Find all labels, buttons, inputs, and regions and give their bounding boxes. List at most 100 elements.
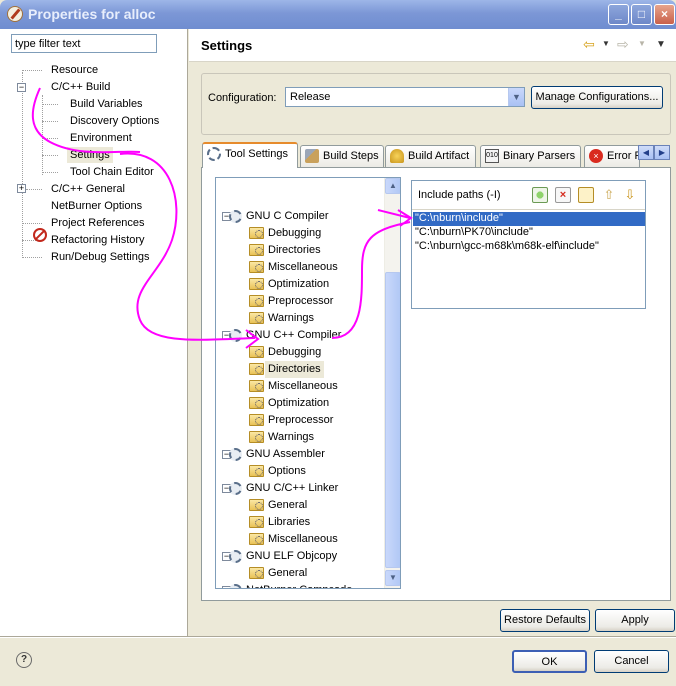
help-icon[interactable]: ?	[16, 652, 32, 668]
maximize-button[interactable]: □	[631, 4, 652, 25]
option-folder-icon	[249, 312, 264, 324]
tab-build-steps[interactable]: Build Steps	[300, 145, 384, 167]
tree-item-environment[interactable]: Environment	[70, 130, 132, 146]
close-button[interactable]: ×	[654, 4, 675, 25]
tool-group[interactable]: GNU C Compiler	[246, 208, 329, 225]
option-folder-icon	[249, 533, 264, 545]
move-down-icon[interactable]: ⇩	[622, 187, 638, 203]
scroll-down-icon[interactable]: ▼	[385, 570, 400, 586]
tree-item-resource[interactable]: Resource	[51, 62, 98, 78]
tool-option-item[interactable]: Preprocessor	[268, 412, 333, 429]
tree-item-cpp-general[interactable]: C/C++ General	[51, 181, 125, 197]
back-arrow-icon[interactable]: ⇦	[583, 37, 595, 51]
configuration-value: Release	[290, 91, 331, 103]
tree-item-build-variables[interactable]: Build Variables	[70, 96, 143, 112]
tool-option-item[interactable]: Options	[268, 463, 306, 480]
move-up-icon[interactable]: ⇧	[601, 187, 617, 203]
configuration-label: Configuration:	[208, 92, 277, 104]
option-folder-icon	[249, 346, 264, 358]
tool-gear-icon	[229, 329, 242, 342]
tool-group[interactable]: NetBurner Compcode	[246, 582, 352, 588]
forward-arrow-icon[interactable]: ⇨	[617, 37, 629, 51]
ok-button[interactable]: OK	[512, 650, 587, 673]
option-folder-icon	[249, 516, 264, 528]
tool-option-item[interactable]: General	[268, 497, 307, 514]
option-folder-icon	[249, 465, 264, 477]
tool-option-item[interactable]: Miscellaneous	[268, 378, 338, 395]
tool-option-item[interactable]: Miscellaneous	[268, 531, 338, 548]
tool-gear-icon	[229, 482, 242, 495]
tab-binary-parsers[interactable]: 010 Binary Parsers	[480, 145, 581, 167]
settings-header: Settings ⇦ ▼ ⇨ ▼ ▼	[189, 29, 676, 62]
minimize-button[interactable]: _	[608, 4, 629, 25]
tool-gear-icon	[229, 550, 242, 563]
tool-option-item[interactable]: General	[268, 565, 307, 582]
scroll-up-icon[interactable]: ▲	[385, 178, 400, 194]
tree-item-netburner-options[interactable]: NetBurner Options	[51, 198, 142, 214]
forward-dropdown-icon[interactable]: ▼	[638, 39, 646, 48]
scroll-thumb[interactable]	[385, 272, 400, 568]
back-dropdown-icon[interactable]: ▼	[602, 39, 610, 48]
cancel-button[interactable]: Cancel	[594, 650, 669, 673]
hammer-icon	[305, 149, 319, 163]
option-folder-icon	[249, 499, 264, 511]
tree-item-run-debug-settings[interactable]: Run/Debug Settings	[51, 249, 149, 265]
tool-option-item[interactable]: Preprocessor	[268, 293, 333, 310]
tab-build-artifact[interactable]: Build Artifact	[385, 145, 476, 167]
tool-option-item[interactable]: Directories	[268, 242, 321, 259]
collapse-icon[interactable]: −	[17, 83, 26, 92]
tool-option-item[interactable]: Warnings	[268, 429, 314, 446]
include-path-item[interactable]: "C:\nburn\include"	[413, 212, 645, 226]
tree-item-settings[interactable]: Settings	[67, 147, 113, 163]
tool-group[interactable]: GNU C++ Compiler	[246, 327, 341, 344]
tool-group[interactable]: GNU ELF Objcopy	[246, 548, 337, 565]
edit-path-icon[interactable]	[578, 187, 594, 203]
tool-option-item[interactable]: Optimization	[268, 395, 329, 412]
add-path-icon[interactable]	[532, 187, 548, 203]
tool-gear-icon	[229, 448, 242, 461]
property-page-tree-pane: − + Resource C/C++ Build Build Variables…	[0, 29, 188, 636]
delete-path-icon[interactable]: ×	[555, 187, 571, 203]
tree-item-project-references[interactable]: Project References	[51, 215, 145, 231]
tree-item-cpp-build[interactable]: C/C++ Build	[51, 79, 110, 95]
tree-item-discovery-options[interactable]: Discovery Options	[70, 113, 159, 129]
tab-error-parsers[interactable]: × Error P	[584, 145, 640, 167]
option-folder-icon	[249, 363, 264, 375]
tool-option-item[interactable]: Miscellaneous	[268, 259, 338, 276]
tool-settings-tree[interactable]: ▲ ▼ GNU C Compiler − Debugging Directories M…	[215, 177, 401, 589]
gear-icon	[207, 147, 221, 161]
tool-option-item[interactable]: Libraries	[268, 514, 310, 531]
include-paths-header: Include paths (-I) × ⇧ ⇩	[412, 181, 645, 210]
tool-option-item[interactable]: Directories	[265, 361, 324, 378]
filter-input[interactable]	[11, 34, 157, 53]
tool-option-item[interactable]: Warnings	[268, 310, 314, 327]
option-folder-icon	[249, 380, 264, 392]
include-path-item[interactable]: "C:\nburn\gcc-m68k\m68k-elf\include"	[413, 240, 645, 254]
tab-scroll-right-icon[interactable]: ▶	[654, 145, 670, 160]
tool-option-item[interactable]: Debugging	[268, 225, 321, 242]
option-folder-icon	[249, 278, 264, 290]
apply-button[interactable]: Apply	[595, 609, 675, 632]
tool-tree-scrollbar[interactable]: ▲ ▼	[384, 178, 400, 588]
restore-defaults-button[interactable]: Restore Defaults	[500, 609, 590, 632]
tree-item-refactoring-history[interactable]: Refactoring History	[51, 232, 145, 248]
include-path-item[interactable]: "C:\nburn\PK70\include"	[413, 226, 645, 240]
tool-group[interactable]: GNU Assembler	[246, 446, 325, 463]
tab-tool-settings[interactable]: Tool Settings	[202, 142, 298, 168]
tab-scroll-left-icon[interactable]: ◀	[638, 145, 654, 160]
tool-group[interactable]: GNU C/C++ Linker	[246, 480, 338, 497]
tool-gear-icon	[229, 210, 242, 223]
view-menu-icon[interactable]: ▼	[656, 39, 666, 50]
chevron-down-icon[interactable]: ▼	[508, 88, 524, 106]
configuration-select[interactable]: Release ▼	[285, 87, 525, 107]
option-folder-icon	[249, 261, 264, 273]
netburner-icon	[33, 228, 47, 242]
expand-icon[interactable]: +	[17, 184, 26, 193]
include-paths-title: Include paths (-I)	[418, 189, 501, 201]
tool-option-item[interactable]: Debugging	[268, 344, 321, 361]
manage-configurations-button[interactable]: Manage Configurations...	[531, 86, 663, 109]
tree-item-tool-chain-editor[interactable]: Tool Chain Editor	[70, 164, 154, 180]
option-folder-icon	[249, 295, 264, 307]
option-folder-icon	[249, 414, 264, 426]
tool-option-item[interactable]: Optimization	[268, 276, 329, 293]
